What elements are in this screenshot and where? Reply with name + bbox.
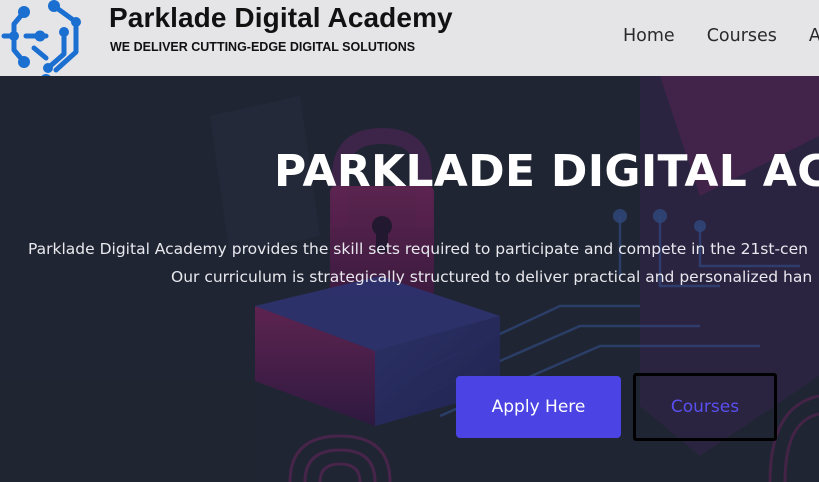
main-nav: Home Courses A (623, 25, 819, 47)
nav-item-about[interactable]: A (809, 25, 819, 47)
brand-tagline: WE DELIVER CUTTING-EDGE DIGITAL SOLUTION… (110, 40, 416, 54)
hero-description-line-1: Parklade Digital Academy provides the sk… (28, 240, 808, 258)
hero-section: PARKLADE DIGITAL ACA Parklade Digital Ac… (0, 76, 819, 482)
site-header: Parklade Digital Academy WE DELIVER CUTT… (0, 0, 819, 76)
logo-icon[interactable] (0, 0, 104, 76)
nav-item-home[interactable]: Home (623, 25, 675, 47)
courses-button[interactable]: Courses (633, 373, 777, 441)
apply-here-button[interactable]: Apply Here (456, 376, 621, 438)
nav-item-courses[interactable]: Courses (707, 25, 777, 47)
hero-title: PARKLADE DIGITAL ACA (274, 146, 819, 197)
hero-description-line-2: Our curriculum is strategically structur… (171, 268, 813, 286)
brand-title[interactable]: Parklade Digital Academy (109, 2, 453, 34)
page: Parklade Digital Academy WE DELIVER CUTT… (0, 0, 819, 482)
